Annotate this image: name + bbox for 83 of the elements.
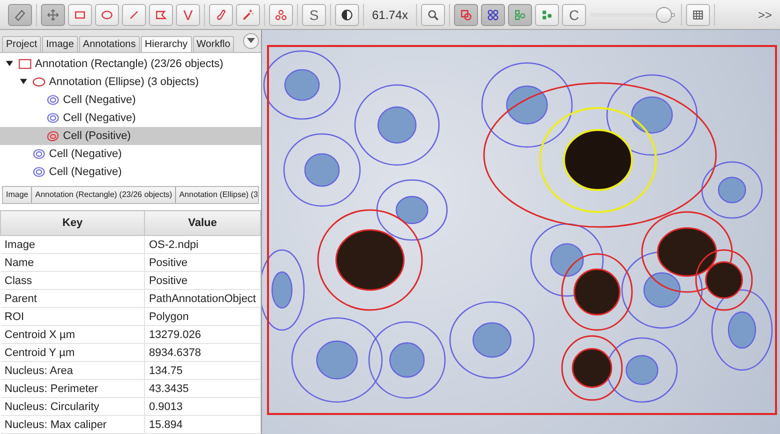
tree-item[interactable]: Cell (Negative) — [0, 109, 261, 127]
cell-outline-icon — [32, 165, 46, 179]
circle-grid-icon — [486, 8, 500, 22]
column-header[interactable]: Value — [144, 210, 260, 236]
detections-button[interactable] — [508, 4, 532, 26]
tool-button[interactable]: V — [176, 4, 200, 26]
wand-button[interactable] — [236, 4, 260, 26]
overlapping-shapes-icon — [459, 8, 474, 22]
cell-outline-icon — [32, 147, 46, 161]
points-icon — [274, 8, 288, 22]
move-button[interactable] — [41, 4, 65, 26]
breadcrumb-item[interactable]: Annotation (Rectangle) (23/26 objects) — [32, 186, 176, 203]
brush-icon — [214, 8, 228, 22]
table-cell: Polygon — [144, 308, 260, 326]
table-cell: PathAnnotationObject — [144, 290, 260, 308]
table-cell: Image — [0, 236, 144, 254]
filled-shapes-icon — [540, 8, 554, 22]
magnifier-icon — [426, 8, 440, 22]
table-cell: OS-2.ndpi — [144, 236, 260, 254]
slider-thumb[interactable] — [656, 6, 672, 22]
table-cell: Name — [0, 254, 144, 272]
tree-item[interactable]: Annotation (Ellipse) (3 objects) — [0, 73, 261, 91]
ellipse-button[interactable] — [95, 4, 119, 26]
table-cell: Positive — [144, 254, 260, 272]
contrast-button[interactable] — [335, 4, 359, 26]
table-cell: Class — [0, 272, 144, 290]
table-cell: Centroid X µm — [0, 326, 144, 344]
tree-item[interactable]: Cell (Negative) — [0, 163, 261, 181]
grid-cores-button[interactable] — [481, 4, 506, 26]
table-cell: 0.9013 — [144, 398, 260, 416]
tab-menu-button[interactable] — [243, 33, 259, 49]
table-cell: 134.75 — [144, 362, 260, 380]
brush-button[interactable] — [209, 4, 233, 26]
opacity-slider[interactable] — [591, 6, 676, 22]
column-header[interactable]: Key — [0, 210, 144, 236]
breadcrumb-item[interactable]: Image — [3, 186, 32, 203]
fill-button[interactable] — [535, 4, 560, 26]
cell-outline-icon — [46, 129, 60, 143]
overflow-button[interactable]: >> — [758, 4, 772, 26]
cell-outline-icon — [46, 93, 60, 107]
panel-tab[interactable]: Hierarchy — [140, 36, 192, 52]
ruler-icon — [13, 8, 27, 22]
table-cell: 13279.026 — [144, 326, 260, 344]
table-cell: ROI — [0, 308, 144, 326]
tool-button[interactable]: S — [302, 4, 326, 26]
tree-item[interactable]: Annotation (Rectangle) (23/26 objects) — [0, 55, 261, 73]
tree-item[interactable]: Cell (Negative) — [0, 91, 261, 109]
cell-outline-icon — [46, 111, 60, 125]
table-cell: 8934.6378 — [144, 344, 260, 362]
tree-item[interactable]: Cell (Positive) — [0, 127, 261, 145]
table-cell: Nucleus: Area — [0, 362, 144, 380]
ruler-button[interactable] — [8, 4, 32, 26]
table-cell: Parent — [0, 290, 144, 308]
table-cell: Nucleus: Max caliper — [0, 416, 144, 434]
table-button[interactable] — [686, 4, 710, 26]
table-cell: Centroid Y µm — [0, 344, 144, 362]
shape-outline-icon — [513, 8, 528, 22]
expander-icon[interactable] — [20, 78, 27, 84]
tool-button[interactable]: C — [562, 4, 586, 26]
panel-tab[interactable]: Project — [2, 36, 42, 52]
rectangle-icon — [18, 57, 32, 71]
ellipse-icon — [32, 75, 46, 89]
rectangle-button[interactable] — [68, 4, 92, 26]
expander-icon[interactable] — [6, 60, 13, 66]
table-cell: 15.894 — [144, 416, 260, 434]
polygon-button[interactable] — [149, 4, 173, 26]
table-cell: 43.3435 — [144, 380, 260, 398]
panel-tab[interactable]: Image — [42, 36, 78, 52]
table-cell: Nucleus: Circularity — [0, 398, 144, 416]
move-icon — [46, 8, 60, 22]
table-icon — [691, 8, 706, 22]
panel-tab[interactable]: Workflo — [192, 36, 234, 52]
zoom-level: 61.74x — [371, 8, 410, 22]
points-button[interactable] — [269, 4, 293, 26]
caret-icon — [247, 38, 255, 44]
panel-tab[interactable]: Annotations — [78, 36, 140, 52]
zoom-button[interactable] — [421, 4, 446, 26]
table-cell: Nucleus: Perimeter — [0, 380, 144, 398]
annotations-button[interactable] — [454, 4, 478, 26]
wand-icon — [241, 8, 255, 22]
contrast-icon — [340, 8, 354, 22]
table-cell: Positive — [144, 272, 260, 290]
tree-item[interactable]: Cell (Negative) — [0, 145, 261, 163]
